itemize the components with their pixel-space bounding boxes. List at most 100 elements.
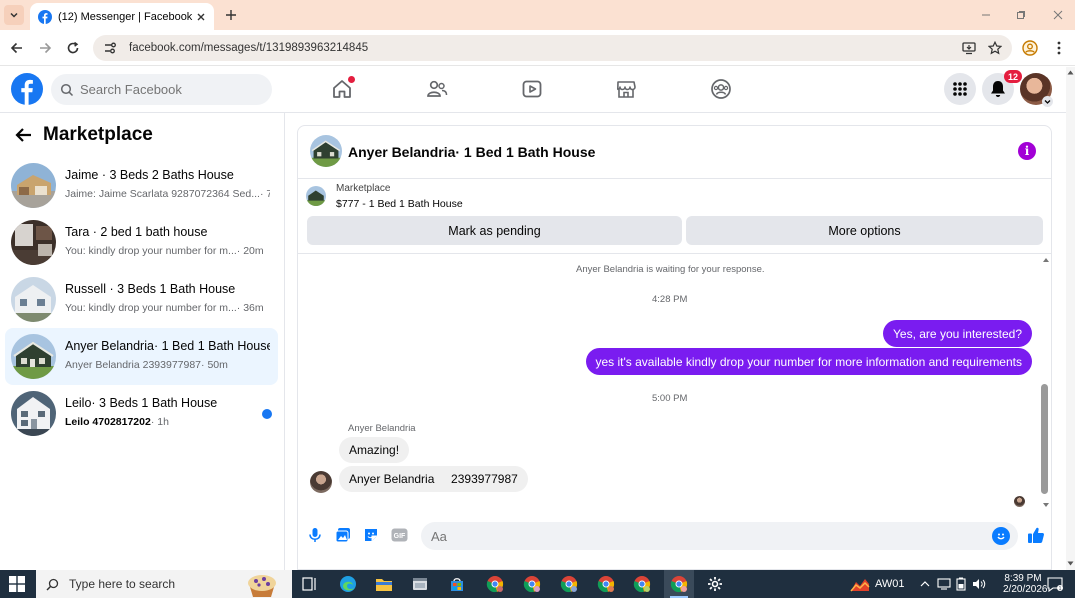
listing-thumbnail xyxy=(11,220,56,265)
chat-title[interactable]: Anyer Belandria· 1 Bed 1 Bath House xyxy=(348,144,595,160)
taskbar-chrome-active[interactable] xyxy=(664,570,694,598)
taskbar-store[interactable] xyxy=(447,574,467,594)
outgoing-message[interactable]: yes it's available kindly drop your numb… xyxy=(585,348,1032,375)
plus-icon xyxy=(226,10,236,20)
nav-friends[interactable] xyxy=(425,77,449,101)
bookmark-star-icon[interactable] xyxy=(988,41,1002,55)
clock-time: 8:39 PM xyxy=(1004,573,1042,584)
message-composer[interactable] xyxy=(421,522,1018,550)
conversation-name: Russell · 3 Beds 1 Bath House xyxy=(65,282,236,296)
tray-label[interactable]: AW01 xyxy=(875,578,905,590)
page-scroll-down-icon[interactable] xyxy=(1067,560,1074,567)
facebook-logo[interactable] xyxy=(11,73,43,105)
chrome-icon xyxy=(486,576,504,593)
conversation-item-active[interactable]: Anyer Belandria· 1 Bed 1 Bath House Anye… xyxy=(5,328,278,385)
window-app-icon xyxy=(413,578,427,590)
install-app-icon[interactable] xyxy=(962,41,976,55)
nav-video[interactable] xyxy=(520,77,544,101)
info-icon[interactable]: i xyxy=(1018,142,1036,160)
minimize-button[interactable] xyxy=(977,6,995,24)
close-window-button[interactable] xyxy=(1049,6,1067,24)
conversation-item[interactable]: Leilo· 3 Beds 1 Bath House Leilo 4702817… xyxy=(5,385,278,442)
chat-listing-avatar[interactable] xyxy=(310,135,342,167)
page-scrollbar[interactable] xyxy=(1066,67,1075,570)
system-clock[interactable]: 8:39 PM 2/20/2026 xyxy=(1003,573,1048,595)
sticker-button[interactable] xyxy=(362,526,380,544)
outgoing-message[interactable]: Yes, are you interested? xyxy=(883,320,1032,347)
taskbar-settings[interactable] xyxy=(705,574,725,594)
taskbar-search[interactable]: Type here to search xyxy=(36,570,292,598)
photo-icon xyxy=(335,528,350,543)
taskbar-file-explorer[interactable] xyxy=(374,574,394,594)
sender-avatar[interactable] xyxy=(310,471,332,493)
attach-media-button[interactable] xyxy=(334,526,352,544)
facebook-search[interactable] xyxy=(51,74,272,105)
groups-icon xyxy=(711,79,731,99)
windows-taskbar: Type here to search AW01 8:39 PM 2/20/202 xyxy=(0,570,1075,598)
new-tab-button[interactable] xyxy=(222,6,240,24)
taskbar-app[interactable] xyxy=(410,574,430,594)
taskbar-chrome-profile-4[interactable] xyxy=(596,574,616,594)
back-button[interactable] xyxy=(8,39,26,57)
chevron-up-icon[interactable] xyxy=(920,580,930,588)
forward-button[interactable] xyxy=(36,39,54,57)
page-scroll-up-icon[interactable] xyxy=(1067,69,1074,76)
weather-chart-icon[interactable] xyxy=(850,576,870,592)
chat-scrollbar-thumb[interactable] xyxy=(1041,384,1048,494)
notification-count-badge: 12 xyxy=(1004,70,1023,83)
listing-price: $777 - 1 Bed 1 Bath House xyxy=(336,198,463,210)
back-arrow-icon[interactable] xyxy=(14,125,34,145)
profile-menu-button[interactable] xyxy=(1021,39,1039,57)
taskbar-chrome-profile-3[interactable] xyxy=(559,574,579,594)
facebook-top-bar xyxy=(0,67,1075,113)
tab-search-button[interactable] xyxy=(4,5,24,25)
conversation-item[interactable]: Tara · 2 bed 1 bath house You: kindly dr… xyxy=(5,214,278,271)
conversation-snippet: Leilo 4702817202· 1h xyxy=(65,416,169,428)
windows-start-icon[interactable] xyxy=(9,576,25,592)
restore-button[interactable] xyxy=(1012,6,1030,24)
taskbar-chrome-profile-1[interactable] xyxy=(485,574,505,594)
scroll-up-icon[interactable] xyxy=(1042,256,1050,264)
nav-groups[interactable] xyxy=(709,77,733,101)
menu-button[interactable] xyxy=(944,73,976,105)
folder-icon xyxy=(376,579,392,591)
chrome-icon xyxy=(597,576,615,593)
conversation-name: Leilo· 3 Beds 1 Bath House xyxy=(65,396,218,410)
nav-home[interactable] xyxy=(330,76,355,101)
volume-icon[interactable] xyxy=(972,578,986,590)
system-message: Anyer Belandria is waiting for your resp… xyxy=(576,264,765,275)
conversation-item[interactable]: Russell · 3 Beds 1 Bath House You: kindl… xyxy=(5,271,278,328)
conversation-item[interactable]: Jaime · 3 Beds 2 Baths House Jaime: Jaim… xyxy=(5,157,278,214)
voice-clip-button[interactable] xyxy=(306,526,324,544)
network-icon[interactable] xyxy=(937,578,951,590)
reload-button[interactable] xyxy=(64,39,82,57)
notification-center-icon[interactable]: 1 xyxy=(1047,577,1063,592)
task-view-button[interactable] xyxy=(300,574,320,594)
emoji-button[interactable] xyxy=(992,527,1010,545)
incoming-message[interactable]: Anyer Belandria 2393977987 xyxy=(339,466,528,492)
battery-icon[interactable] xyxy=(955,577,967,591)
browser-menu-button[interactable] xyxy=(1050,39,1068,57)
taskbar-search-placeholder: Type here to search xyxy=(69,577,176,591)
nav-marketplace[interactable] xyxy=(614,77,638,101)
taskbar-chrome-profile-5[interactable] xyxy=(632,574,652,594)
listing-source: Marketplace xyxy=(336,183,391,194)
chat-header: Anyer Belandria· 1 Bed 1 Bath House i xyxy=(298,126,1051,179)
facebook-search-input[interactable] xyxy=(80,82,250,97)
browser-tab[interactable]: (12) Messenger | Facebook xyxy=(30,3,214,30)
tab-close-icon[interactable] xyxy=(196,12,206,22)
gif-button[interactable]: GIF xyxy=(390,526,408,544)
listing-thumbnail xyxy=(11,334,56,379)
mark-as-pending-button[interactable]: Mark as pending xyxy=(307,216,682,245)
conversation-snippet: You: kindly drop your number for m...· 3… xyxy=(65,302,264,314)
site-settings-icon[interactable] xyxy=(103,41,117,55)
address-bar[interactable]: facebook.com/messages/t/1319893963214845 xyxy=(93,35,1012,61)
profile-chevron-icon[interactable] xyxy=(1042,96,1053,107)
more-options-button[interactable]: More options xyxy=(686,216,1043,245)
scroll-down-icon[interactable] xyxy=(1042,501,1050,509)
like-button[interactable] xyxy=(1026,525,1046,545)
taskbar-chrome-profile-2[interactable] xyxy=(522,574,542,594)
incoming-message[interactable]: Amazing! xyxy=(339,437,410,463)
message-input[interactable] xyxy=(431,528,971,544)
taskbar-edge[interactable] xyxy=(338,574,358,594)
